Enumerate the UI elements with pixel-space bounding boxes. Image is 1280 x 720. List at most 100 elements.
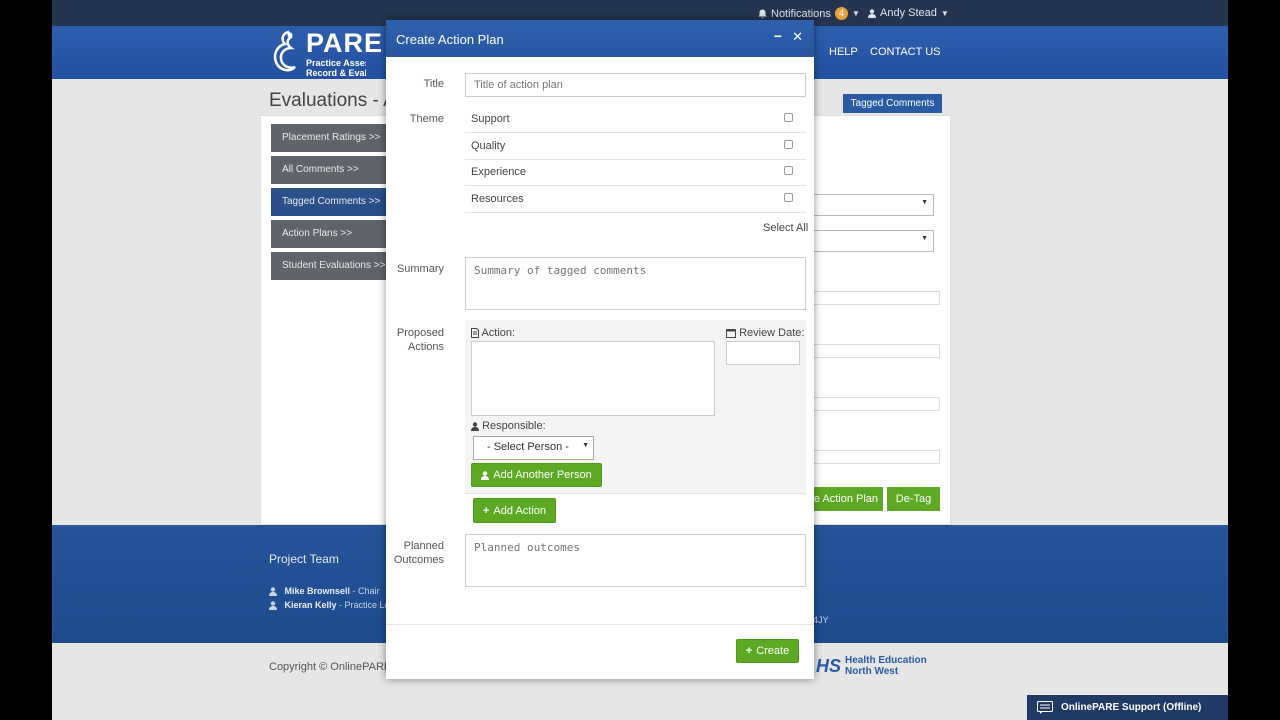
- theme-experience-checkbox[interactable]: [784, 166, 793, 175]
- notifications-label: Notifications: [771, 7, 831, 20]
- responsible-label-text: Responsible:: [482, 420, 546, 432]
- chat-icon: [1037, 701, 1053, 714]
- add-another-person-label: Add Another Person: [493, 469, 592, 481]
- title-label: Title: [423, 78, 444, 90]
- background-field: [812, 291, 940, 305]
- calendar-icon: [726, 329, 736, 339]
- action-label-text: Action:: [481, 327, 516, 339]
- support-chat-widget[interactable]: OnlinePARE Support (Offline): [1027, 695, 1228, 720]
- theme-row-experience: Experience: [465, 160, 806, 186]
- member-role: - Chair: [350, 586, 380, 596]
- nhs-line-1: Health Education: [845, 655, 927, 666]
- user-name: Andy Stead: [880, 7, 937, 19]
- create-action-plan-modal: Create Action Plan − ✕ Title Theme Suppo…: [386, 20, 814, 679]
- logo-text: PARE: [306, 28, 384, 58]
- summary-textarea[interactable]: [465, 257, 806, 310]
- proposed-actions-label: Proposed Actions: [390, 326, 444, 354]
- create-button[interactable]: + Create: [736, 639, 799, 663]
- sidebar-item-student-evaluations[interactable]: Student Evaluations >>: [271, 252, 391, 280]
- right-letterbox: [1228, 0, 1280, 720]
- select-person-dropdown[interactable]: - Select Person - ▼: [473, 436, 594, 460]
- detag-button[interactable]: De-Tag: [887, 487, 940, 511]
- user-icon: [269, 601, 277, 611]
- theme-resources-checkbox[interactable]: [784, 193, 793, 202]
- user-icon: [481, 470, 490, 480]
- pare-logo-mark-icon: [273, 30, 296, 72]
- add-action-label: Add Action: [493, 504, 547, 517]
- theme-row-resources: Resources: [465, 187, 806, 213]
- action-textarea[interactable]: [471, 341, 715, 416]
- chevron-down-icon: ▼: [582, 442, 589, 449]
- action-label: Action:: [471, 327, 515, 339]
- page-title: Evaluations - Action Plans: [269, 90, 387, 111]
- add-another-person-button[interactable]: Add Another Person: [471, 463, 602, 487]
- nav-help[interactable]: HELP: [829, 46, 858, 58]
- background-field: [812, 397, 940, 411]
- theme-support-checkbox[interactable]: [784, 113, 793, 122]
- add-action-button[interactable]: + Add Action: [473, 498, 556, 523]
- modal-title: Create Action Plan: [396, 32, 504, 47]
- notifications-count-badge: 4: [834, 7, 848, 20]
- select-all-link[interactable]: Select All: [763, 222, 808, 234]
- theme-experience-label: Experience: [471, 166, 527, 178]
- project-team-heading: Project Team: [269, 552, 339, 566]
- proposed-actions-panel: Action: Review Date: Responsible: - Sele…: [465, 320, 806, 494]
- modal-header: Create Action Plan − ✕: [386, 20, 814, 57]
- responsible-label: Responsible:: [471, 420, 546, 432]
- title-input[interactable]: [465, 73, 806, 97]
- theme-row-quality: Quality: [465, 134, 806, 160]
- minimize-icon[interactable]: −: [774, 28, 782, 44]
- nhs-line-2: North West: [845, 666, 899, 677]
- logo-subtitle-1: Practice Assessment: [306, 58, 366, 68]
- close-icon[interactable]: ✕: [792, 29, 803, 45]
- planned-label-line-1: Planned: [403, 540, 444, 552]
- background-field: [812, 344, 940, 358]
- chevron-down-icon: ▼: [851, 9, 860, 18]
- sidebar-item-action-plans[interactable]: Action Plans >>: [271, 220, 391, 248]
- user-icon: [471, 421, 479, 431]
- sidebar-item-all-comments[interactable]: All Comments >>: [271, 156, 391, 184]
- user-icon: [868, 8, 876, 18]
- tagged-comments-button[interactable]: Tagged Comments: [843, 94, 942, 113]
- review-date-label: Review Date:: [726, 327, 804, 339]
- plus-icon: +: [745, 645, 753, 657]
- sidebar-item-placement-ratings[interactable]: Placement Ratings >>: [271, 124, 391, 152]
- chat-label: OnlinePARE Support (Offline): [1061, 702, 1202, 713]
- nhs-logo-mark: HS: [816, 655, 842, 676]
- review-date-input[interactable]: [726, 341, 800, 365]
- user-icon: [269, 587, 277, 597]
- filter-select[interactable]: ▼: [812, 230, 934, 252]
- nav-contact-us[interactable]: CONTACT US: [870, 46, 941, 58]
- member-name: Kieran Kelly: [284, 600, 337, 610]
- filter-select[interactable]: ▼: [812, 194, 934, 216]
- planned-outcomes-label: Planned Outcomes: [390, 539, 444, 567]
- left-letterbox: [0, 0, 52, 720]
- bell-icon: [758, 9, 767, 18]
- planned-label-line-2: Outcomes: [393, 554, 444, 566]
- theme-quality-checkbox[interactable]: [784, 140, 793, 149]
- file-icon: [471, 328, 479, 339]
- theme-row-support: Support: [465, 107, 806, 133]
- plus-icon: +: [482, 504, 490, 517]
- theme-quality-label: Quality: [471, 140, 506, 152]
- summary-label: Summary: [396, 263, 444, 275]
- sidebar-item-tagged-comments[interactable]: Tagged Comments >>: [271, 188, 391, 216]
- modal-footer-divider: [386, 624, 814, 625]
- background-field: [812, 450, 940, 464]
- team-member: Mike Brownsell - Chair: [269, 586, 387, 597]
- review-date-label-text: Review Date:: [739, 327, 805, 339]
- member-role: - Practice Lead: [339, 600, 387, 610]
- user-menu[interactable]: Andy Stead ▼: [868, 7, 949, 19]
- team-member: Kieran Kelly - Practice Lead: [269, 600, 387, 611]
- address-fragment: 4JY: [813, 615, 829, 625]
- nhs-logo: HS Health Education North West: [816, 655, 927, 677]
- proposed-label-line-1: Proposed: [396, 327, 444, 339]
- planned-outcomes-textarea[interactable]: [465, 534, 806, 587]
- chevron-down-icon: ▼: [940, 8, 949, 18]
- create-button-label: Create: [756, 645, 790, 657]
- proposed-label-line-2: Actions: [407, 341, 444, 353]
- theme-resources-label: Resources: [471, 193, 524, 205]
- member-name: Mike Brownsell: [284, 586, 351, 596]
- copyright-text: Copyright © OnlinePARE 2015: [269, 661, 387, 673]
- notifications-menu[interactable]: Notifications 4 ▼: [758, 7, 860, 20]
